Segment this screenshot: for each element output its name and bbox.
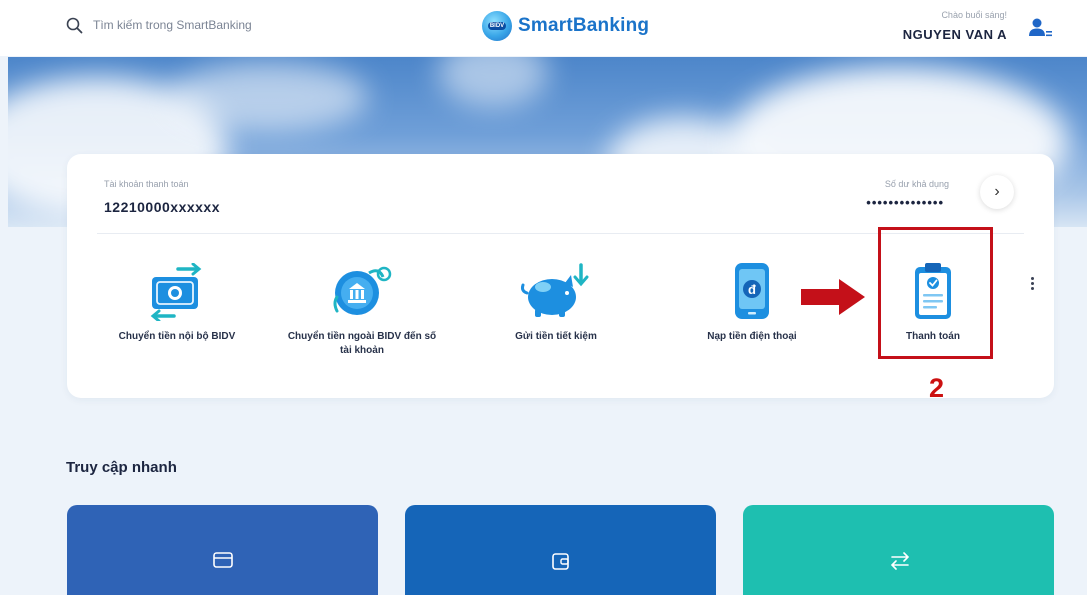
external-transfer-icon — [333, 266, 392, 315]
logo-badge: BIDV — [482, 11, 512, 41]
card-icon — [212, 552, 233, 568]
user-name: NGUYEN VAN A — [902, 27, 1007, 42]
step-number: 2 — [929, 373, 945, 403]
top-header: Tìm kiếm trong SmartBanking BIDV SmartBa… — [0, 0, 1087, 56]
action-internal-transfer[interactable]: Chuyển tiền nội bộ BIDV — [97, 255, 257, 344]
smartbanking-logo: BIDV SmartBanking — [482, 9, 649, 43]
piggy-bank-icon — [521, 263, 589, 317]
user-profile-icon[interactable] — [1026, 14, 1054, 42]
quick-access-tile-wallet[interactable] — [405, 505, 716, 595]
greeting-text: Chào buổi sáng! — [941, 10, 1007, 20]
quick-access-tile-transfer[interactable] — [743, 505, 1054, 595]
search-bar[interactable]: Tìm kiếm trong SmartBanking — [66, 12, 252, 38]
internal-transfer-icon — [150, 263, 202, 321]
search-icon — [66, 17, 83, 33]
balance-label: Số dư khả dụng — [884, 179, 949, 189]
action-label: Chuyển tiền nội bộ BIDV — [118, 331, 236, 342]
balance-value: •••••••••••••• — [866, 195, 944, 210]
svg-text:đ: đ — [748, 282, 756, 297]
action-label: Gửi tiền tiết kiệm — [515, 331, 597, 342]
transfer-arrows-icon — [890, 552, 909, 570]
action-label: Chuyển tiền ngoài BIDV đến số tài khoản — [287, 331, 437, 356]
logo-text: SmartBanking — [518, 15, 650, 36]
red-arrow-annotation — [801, 279, 865, 315]
user-greeting: Chào buổi sáng! NGUYEN VAN A — [903, 10, 1007, 42]
account-number: 12210000xxxxxx — [104, 199, 221, 215]
logo-badge-text: BIDV — [487, 22, 507, 30]
wallet-icon — [551, 553, 569, 570]
search-input[interactable]: Tìm kiếm trong SmartBanking — [93, 18, 252, 32]
action-label: Nạp tiền điện thoại — [707, 331, 797, 342]
action-external-transfer[interactable]: Chuyển tiền ngoài BIDV đến số tài khoản — [282, 255, 442, 358]
chevron-right-icon: › — [994, 183, 1000, 200]
quick-access-title: Truy cập nhanh — [66, 459, 177, 476]
account-label: Tài khoản thanh toán — [104, 179, 189, 189]
highlight-box — [878, 227, 993, 359]
action-savings-deposit[interactable]: Gửi tiền tiết kiệm — [476, 255, 636, 344]
phone-topup-icon: đ — [735, 263, 769, 319]
quick-access-tile-card[interactable] — [67, 505, 378, 595]
account-details-button[interactable]: › — [980, 175, 1014, 209]
more-options-icon[interactable] — [1028, 275, 1036, 297]
